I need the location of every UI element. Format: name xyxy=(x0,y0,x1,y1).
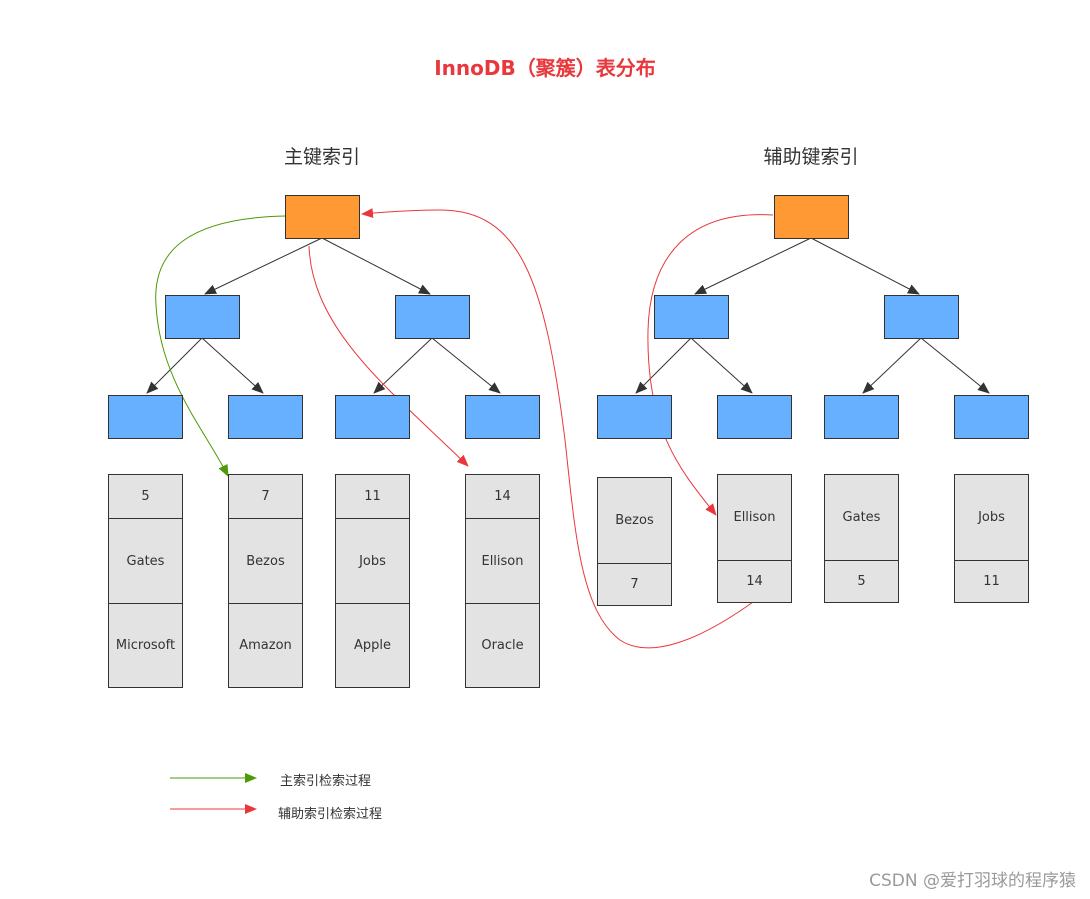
leaf-cell-company: Apple xyxy=(336,603,409,687)
secondary-inner-node xyxy=(824,395,899,439)
diagram-canvas xyxy=(146,208,990,814)
secondary-inner-node xyxy=(884,295,959,339)
edge xyxy=(204,237,323,295)
leaf-cell-key: 5 xyxy=(825,560,898,602)
edge xyxy=(920,337,990,394)
primary-root-node xyxy=(285,195,360,239)
leaf-cell-key: 7 xyxy=(261,489,270,504)
primary-inner-node xyxy=(335,395,410,439)
leaf-cell-key: 14 xyxy=(718,560,791,602)
secondary-root-node xyxy=(774,195,849,239)
primary-leaf-page: 11 Jobs Apple xyxy=(335,474,410,688)
leaf-cell-name: Ellison xyxy=(733,510,776,525)
leaf-cell-key: 7 xyxy=(598,563,671,605)
primary-index-heading: 主键索引 xyxy=(283,146,360,168)
legend-label-primary: 主索引检索过程 xyxy=(280,774,372,789)
edge xyxy=(635,337,692,394)
secondary-leaf-page: Jobs 11 xyxy=(954,474,1029,603)
leaf-cell-name: Bezos xyxy=(229,518,302,603)
secondary-leaf-page: Bezos 7 xyxy=(597,477,672,606)
primary-leaf-page: 14 Ellison Oracle xyxy=(465,474,540,688)
secondary-inner-node xyxy=(717,395,792,439)
edge xyxy=(862,337,922,394)
edge xyxy=(321,237,431,295)
edge xyxy=(431,337,501,394)
edge xyxy=(201,337,264,394)
secondary-to-primary-path xyxy=(361,208,754,649)
primary-inner-node xyxy=(165,295,240,339)
leaf-cell-company: Oracle xyxy=(466,603,539,687)
leaf-cell-name: Gates xyxy=(842,510,881,525)
secondary-index-heading: 辅助键索引 xyxy=(763,146,859,168)
leaf-cell-name: Bezos xyxy=(615,513,654,528)
secondary-inner-node xyxy=(597,395,672,439)
leaf-cell-key: 11 xyxy=(364,489,381,504)
secondary-leaf-page: Ellison 14 xyxy=(717,474,792,603)
primary-leaf-page: 5 Gates Microsoft xyxy=(108,474,183,688)
leaf-cell-name: Jobs xyxy=(978,510,1005,525)
edge xyxy=(146,337,203,394)
secondary-leaf-page: Gates 5 xyxy=(824,474,899,603)
leaf-cell-name: Jobs xyxy=(336,518,409,603)
primary-inner-node xyxy=(395,295,470,339)
leaf-cell-key: 5 xyxy=(141,489,150,504)
edge xyxy=(373,337,433,394)
primary-inner-node xyxy=(228,395,303,439)
legend-label-secondary: 辅助索引检索过程 xyxy=(278,807,383,822)
leaf-cell-key: 11 xyxy=(955,560,1028,602)
leaf-cell-company: Amazon xyxy=(229,603,302,687)
edge xyxy=(690,337,753,394)
secondary-inner-node xyxy=(654,295,729,339)
edge xyxy=(810,237,920,295)
leaf-cell-key: 14 xyxy=(494,489,511,504)
secondary-search-path xyxy=(647,214,774,516)
leaf-cell-name: Gates xyxy=(109,518,182,603)
primary-leaf-page: 7 Bezos Amazon xyxy=(228,474,303,688)
leaf-cell-company: Microsoft xyxy=(109,603,182,687)
diagram-title: InnoDB（聚簇）表分布 xyxy=(434,56,656,80)
edge xyxy=(694,237,812,295)
primary-inner-node xyxy=(465,395,540,439)
watermark: CSDN @爱打羽球的程序猿 xyxy=(869,871,1076,891)
secondary-inner-node xyxy=(954,395,1029,439)
leaf-cell-name: Ellison xyxy=(466,518,539,603)
primary-inner-node xyxy=(108,395,183,439)
